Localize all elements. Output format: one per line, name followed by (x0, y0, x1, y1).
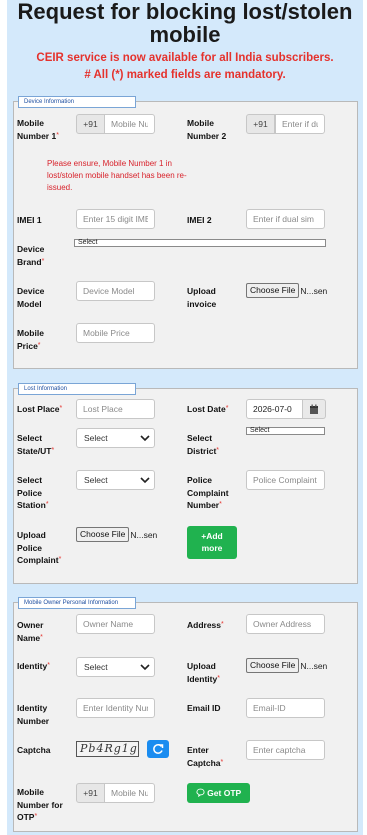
upload-identity-control: Choose File N...sen (246, 658, 327, 674)
police-station-label: Select Police Station* (17, 475, 49, 510)
invoice-file-status: N...sen (300, 286, 328, 296)
lost-date-input[interactable]: 2026-07-0 (246, 399, 303, 419)
complaint-file-status: N...sen (130, 530, 158, 540)
identity-number-label: Identity Number (17, 703, 50, 726)
lost-date-label: Lost Date* (187, 404, 229, 414)
upload-invoice-label: Upload invoice (187, 286, 217, 309)
captcha-label: Captcha (17, 745, 51, 755)
device-brand-select[interactable]: Select (74, 239, 326, 247)
imei-2-input[interactable] (246, 209, 325, 229)
upload-police-complaint-label: Upload Police Complaint* (17, 530, 62, 565)
identity-choose-file-button[interactable]: Choose File (246, 658, 300, 673)
enter-captcha-label: Enter Captcha* (187, 745, 224, 768)
add-more-line2: more (201, 543, 223, 553)
complaint-choose-file-button[interactable]: Choose File (76, 527, 130, 542)
mobile-number-1-label: Mobile Number 1* (17, 118, 59, 141)
police-complaint-number-input[interactable] (246, 470, 325, 490)
refresh-icon (153, 744, 164, 754)
identity-file-status: N...sen (300, 661, 328, 671)
district-label: Select District* (187, 433, 220, 456)
police-station-select-value: Select (84, 475, 108, 485)
device-model-label: Device Model (17, 286, 45, 309)
state-ut-label: Select State/UT* (17, 433, 55, 456)
captcha-input[interactable] (246, 740, 325, 760)
mobile-price-input[interactable] (76, 323, 155, 343)
identity-number-input[interactable] (76, 698, 155, 718)
otp-mobile-label: Mobile Number for OTP* (17, 787, 63, 822)
imei-1-label: IMEI 1 (17, 215, 42, 225)
lost-place-input[interactable] (76, 399, 155, 419)
page-title: Request for blocking lost/stolen (17, 0, 353, 24)
chevron-down-icon (140, 435, 150, 442)
upload-identity-label: Upload Identity* (187, 661, 220, 684)
police-station-select[interactable]: Select (76, 470, 155, 490)
imei-1-input[interactable] (76, 209, 155, 229)
reissue-warning: Please ensure, Mobile Number 1 in lost/s… (47, 159, 187, 192)
mobile-price-label: Mobile Price* (17, 328, 44, 351)
identity-label: Identity* (17, 661, 50, 671)
owner-information-card: Mobile Owner Personal Information Owner … (13, 597, 358, 832)
upload-invoice-control: Choose File N...sen (246, 283, 327, 299)
invoice-choose-file-button[interactable]: Choose File (246, 283, 300, 298)
email-id-label: Email ID (187, 703, 221, 713)
mobile-number-2-label: Mobile Number 2 (187, 118, 227, 141)
lost-information-legend: Lost Information (18, 383, 136, 395)
add-more-line1: +Add (201, 531, 223, 541)
refresh-captcha-button[interactable] (147, 740, 169, 758)
district-select[interactable]: Select (246, 427, 325, 435)
chevron-down-icon (140, 664, 150, 671)
service-notice: CEIR service is now available for all In… (36, 52, 334, 64)
police-complaint-number-label: Police Complaint Number* (187, 475, 229, 510)
upload-complaint-control: Choose File N...sen (76, 527, 157, 543)
mobile-number-1-input[interactable] (104, 114, 155, 134)
device-information-card: Device Information Mobile Number 1* +91 … (13, 96, 358, 369)
device-information-legend: Device Information (18, 96, 136, 108)
lost-information-card: Lost Information Lost Place* Lost Date* … (13, 383, 358, 584)
identity-select-value: Select (84, 662, 108, 672)
device-model-input[interactable] (76, 281, 155, 301)
mobile-number-2-input[interactable] (275, 114, 325, 134)
address-input[interactable] (246, 614, 325, 634)
get-otp-label: Get OTP (207, 788, 242, 798)
lost-place-label: Lost Place* (17, 404, 63, 414)
mobile-number-2-prefix: +91 (246, 114, 275, 134)
captcha-image: Pb4Rg1g (76, 741, 139, 757)
otp-mobile-prefix: +91 (76, 783, 105, 803)
state-ut-select-value: Select (84, 433, 108, 443)
calendar-button[interactable] (303, 399, 326, 419)
chevron-down-icon (140, 477, 150, 484)
owner-name-input[interactable] (76, 614, 155, 634)
imei-2-label: IMEI 2 (187, 215, 212, 225)
owner-name-label: Owner Name* (17, 620, 44, 643)
device-brand-label: Device Brand* (17, 244, 45, 267)
email-id-input[interactable] (246, 698, 325, 718)
otp-mobile-input[interactable] (104, 783, 155, 803)
address-label: Address* (187, 620, 224, 630)
page-title-line2: mobile (149, 22, 221, 47)
get-otp-button[interactable]: Get OTP (187, 783, 250, 803)
form-page: Request for blocking lost/stolen mobile … (7, 0, 363, 835)
calendar-icon (310, 404, 318, 414)
mobile-number-1-prefix: +91 (76, 114, 105, 134)
mandatory-notice: # All (*) marked fields are mandatory. (84, 69, 286, 81)
chat-bubble-icon (196, 788, 205, 798)
add-more-button[interactable]: +Add more (187, 526, 237, 559)
identity-select[interactable]: Select (76, 657, 155, 677)
owner-information-legend: Mobile Owner Personal Information (18, 597, 136, 609)
state-ut-select[interactable]: Select (76, 428, 155, 448)
